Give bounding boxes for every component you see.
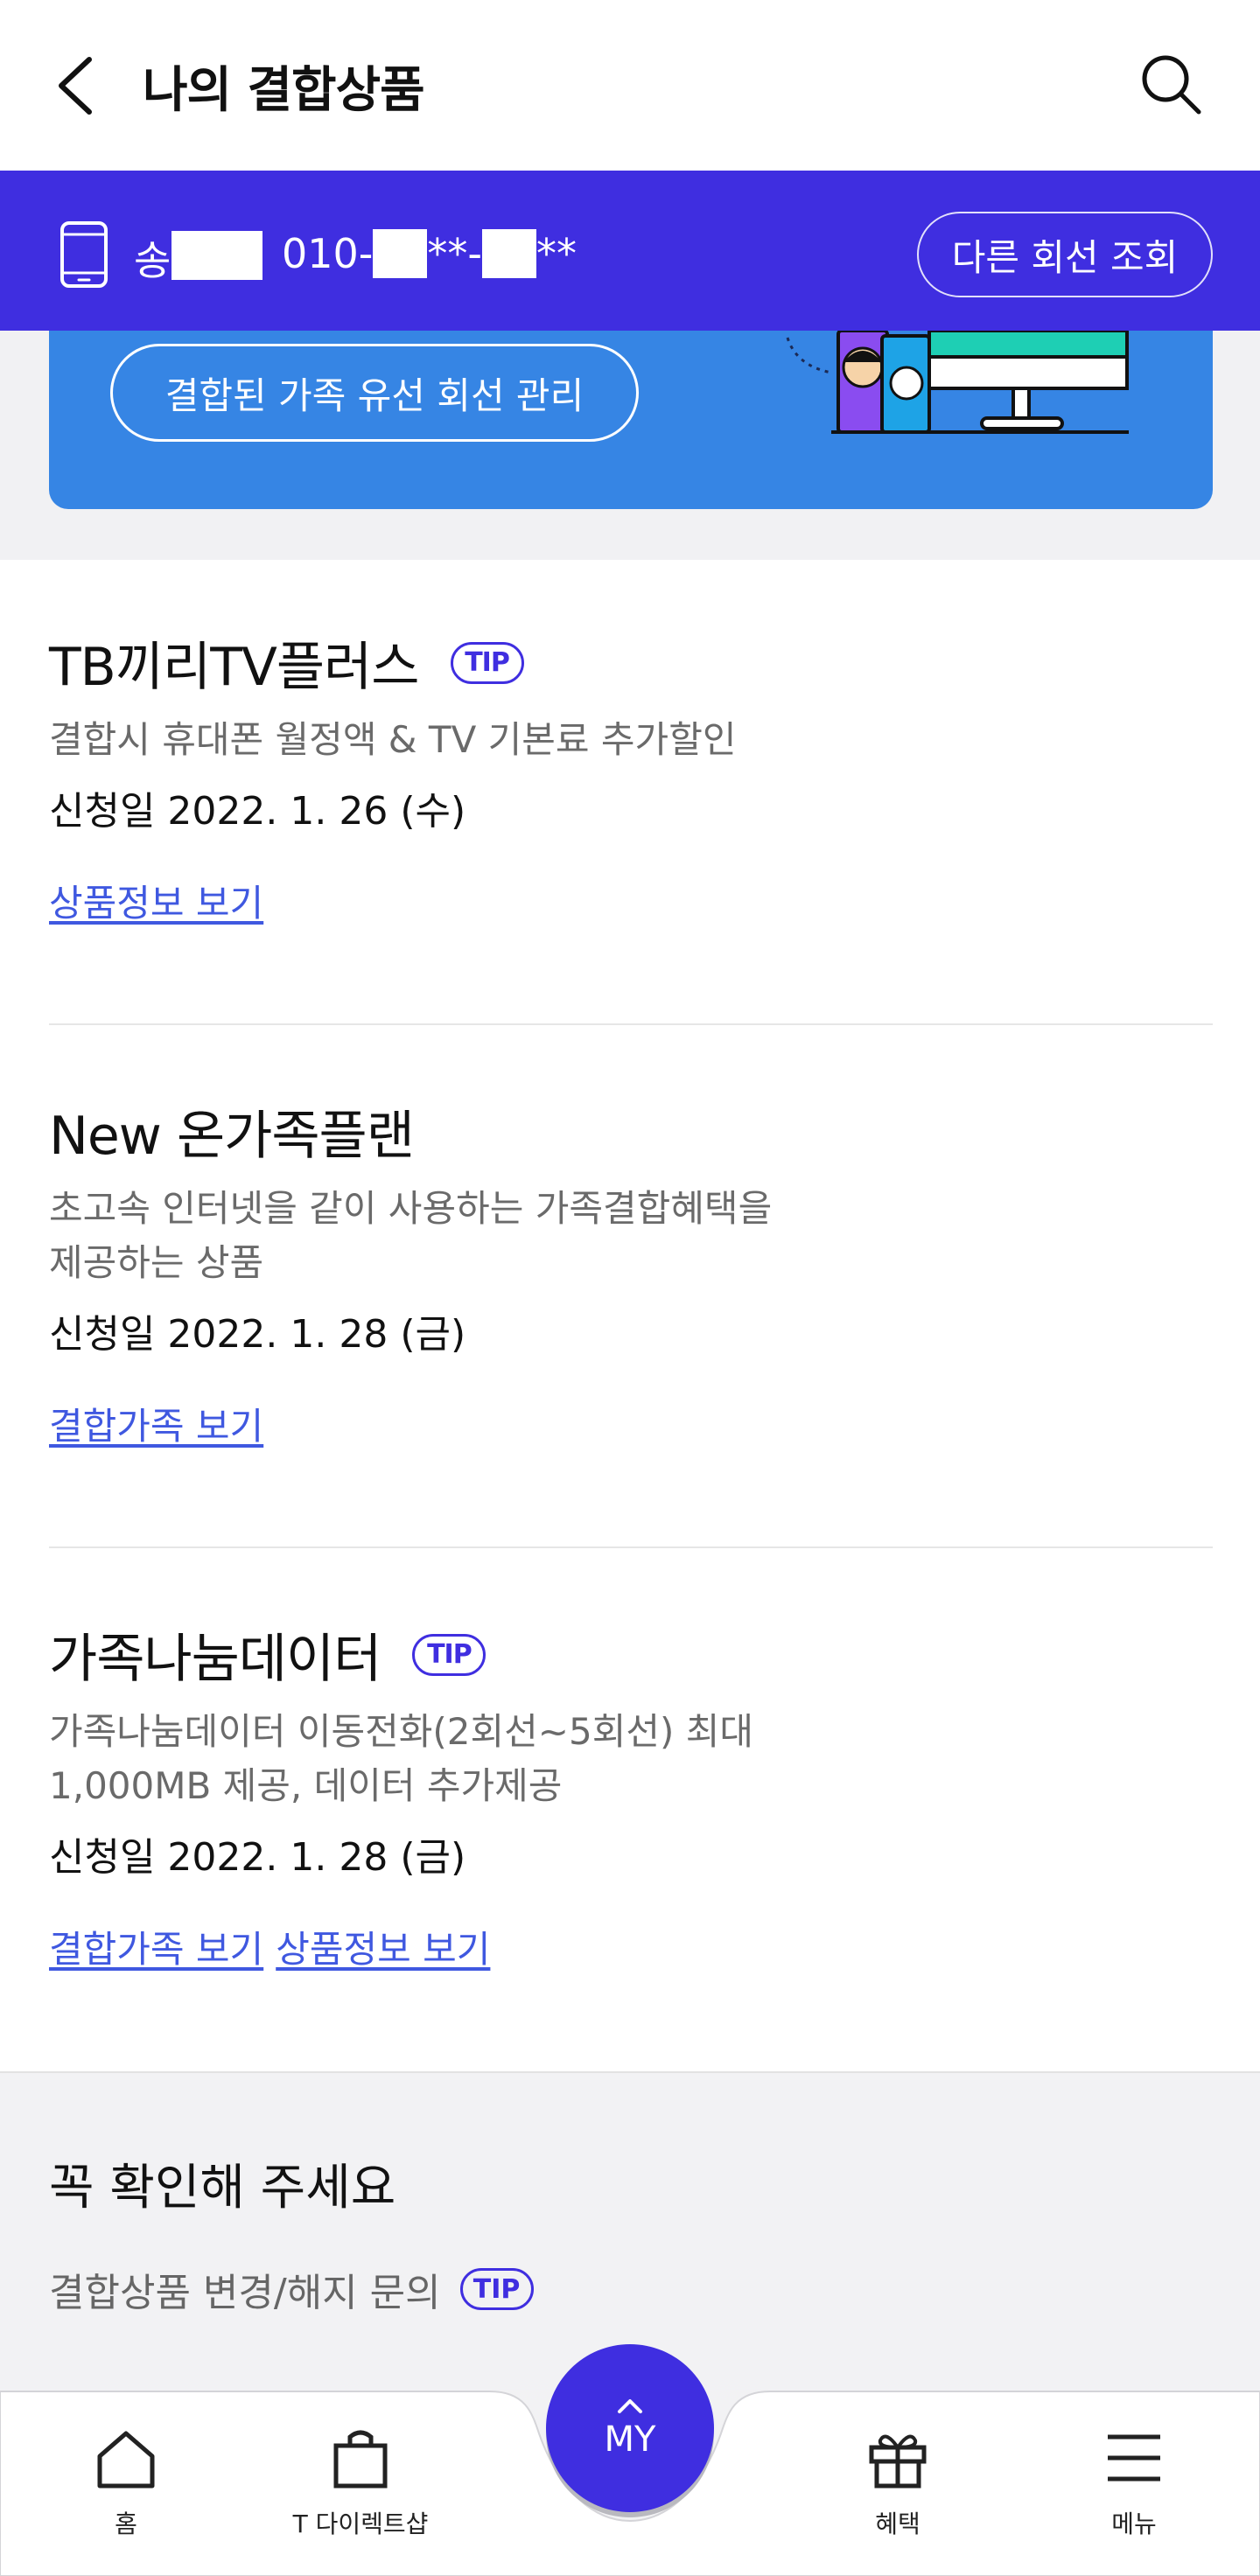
family-devices-illustration — [786, 331, 1129, 434]
app-header: 나의 결합상품 — [0, 0, 1260, 171]
product-title-row: 가족나눔데이터 TIP — [49, 1616, 1213, 1693]
nav-label: 메뉴 — [1111, 2510, 1157, 2538]
nav-label: 혜택 — [875, 2510, 920, 2538]
line-number: 010- **- ** — [282, 229, 577, 278]
chevron-up-icon — [618, 2399, 642, 2413]
product-title: 가족나눔데이터 — [49, 1629, 382, 1690]
product-title-row: TB끼리TV플러스 TIP — [49, 625, 1213, 701]
other-line-lookup-button[interactable]: 다른 회선 조회 — [917, 212, 1213, 297]
product-info-link[interactable]: 상품정보 보기 — [49, 874, 263, 927]
product-card: New 온가족플랜 초고속 인터넷을 같이 사용하는 가족결합혜택을 제공하는 … — [49, 1093, 1213, 1450]
product-links: 결합가족 보기 — [49, 1397, 1213, 1450]
wired-line-manage-button[interactable]: 결합된 가족 유선 회선 관리 — [110, 344, 639, 442]
tip-badge[interactable]: TIP — [450, 641, 524, 684]
product-description: 결합시 휴대폰 월정액 & TV 기본료 추가할인 — [49, 713, 1213, 767]
back-button[interactable] — [46, 51, 107, 121]
menu-icon — [1108, 2434, 1160, 2482]
notice-item[interactable]: 결합상품 변경/해지 문의 TIP — [49, 2261, 534, 2317]
nav-label: 홈 — [115, 2510, 137, 2538]
product-description-line: 가족나눔데이터 이동전화(2회선~5회선) 최대 — [49, 1710, 753, 1753]
line-number-part-2: **- — [427, 230, 483, 277]
product-apply-date: 신청일 2022. 1. 28 (금) — [49, 1312, 466, 1357]
divider — [49, 1023, 1213, 1025]
nav-item-benefits[interactable]: 혜택 — [810, 2423, 985, 2554]
nav-item-home[interactable]: 홈 — [38, 2423, 214, 2554]
product-description-line: 1,000MB 제공, 데이터 추가제공 — [49, 1764, 563, 1807]
masked-digits-1 — [373, 229, 428, 278]
product-description: 초고속 인터넷을 같이 사용하는 가족결합혜택을 제공하는 상품 — [49, 1182, 1213, 1290]
divider — [49, 1546, 1213, 1548]
line-number-part-1: 010- — [282, 230, 374, 277]
product-card: TB끼리TV플러스 TIP 결합시 휴대폰 월정액 & TV 기본료 추가할인 … — [49, 625, 1213, 927]
nav-label: T 다이렉트샵 — [292, 2510, 429, 2538]
my-button[interactable]: MY — [546, 2344, 714, 2512]
notice-item-label: 결합상품 변경/해지 문의 — [49, 2271, 441, 2315]
search-button[interactable] — [1138, 51, 1204, 117]
line-number-part-3: ** — [536, 230, 578, 277]
family-members-link[interactable]: 결합가족 보기 — [49, 1397, 263, 1450]
page-title: 나의 결합상품 — [143, 62, 425, 119]
line-owner-name: 송 — [134, 237, 172, 284]
shopping-bag-icon — [333, 2430, 388, 2489]
tip-badge[interactable]: TIP — [412, 1633, 486, 1676]
nav-item-t-direct-shop[interactable]: T 다이렉트샵 — [273, 2423, 448, 2554]
family-members-link[interactable]: 결합가족 보기 — [49, 1920, 263, 1973]
phone-icon — [60, 221, 108, 288]
product-apply-date: 신청일 2022. 1. 26 (수) — [49, 789, 466, 834]
nav-item-menu[interactable]: 메뉴 — [1046, 2423, 1222, 2554]
tip-badge[interactable]: TIP — [459, 2268, 534, 2310]
chevron-left-icon — [59, 57, 92, 115]
product-title: TB끼리TV플러스 — [49, 637, 420, 698]
product-description-line: 초고속 인터넷을 같이 사용하는 가족결합혜택을 — [49, 1187, 773, 1230]
product-description-line: 결합시 휴대폰 월정액 & TV 기본료 추가할인 — [49, 718, 737, 761]
product-links: 결합가족 보기 상품정보 보기 — [49, 1920, 1213, 1973]
product-title-row: New 온가족플랜 — [49, 1093, 1213, 1169]
my-label: MY — [604, 2419, 656, 2460]
product-title: New 온가족플랜 — [49, 1106, 415, 1167]
home-icon — [97, 2431, 155, 2489]
page: 나의 결합상품 송 010- **- ** 다른 회선 조회 결합된 가족 유선… — [0, 0, 1260, 2576]
product-description-line: 제공하는 상품 — [49, 1241, 264, 1284]
product-card: 가족나눔데이터 TIP 가족나눔데이터 이동전화(2회선~5회선) 최대 1,0… — [49, 1616, 1213, 1973]
notice-title: 꼭 확인해 주세요 — [49, 2160, 396, 2216]
product-info-link[interactable]: 상품정보 보기 — [276, 1920, 490, 1973]
search-icon — [1142, 55, 1201, 115]
product-apply-date: 신청일 2022. 1. 28 (금) — [49, 1835, 466, 1880]
gift-icon — [869, 2434, 927, 2489]
product-description: 가족나눔데이터 이동전화(2회선~5회선) 최대 1,000MB 제공, 데이터… — [49, 1705, 1213, 1813]
masked-name — [172, 231, 262, 280]
product-links: 상품정보 보기 — [49, 874, 1213, 927]
masked-digits-2 — [482, 229, 537, 278]
